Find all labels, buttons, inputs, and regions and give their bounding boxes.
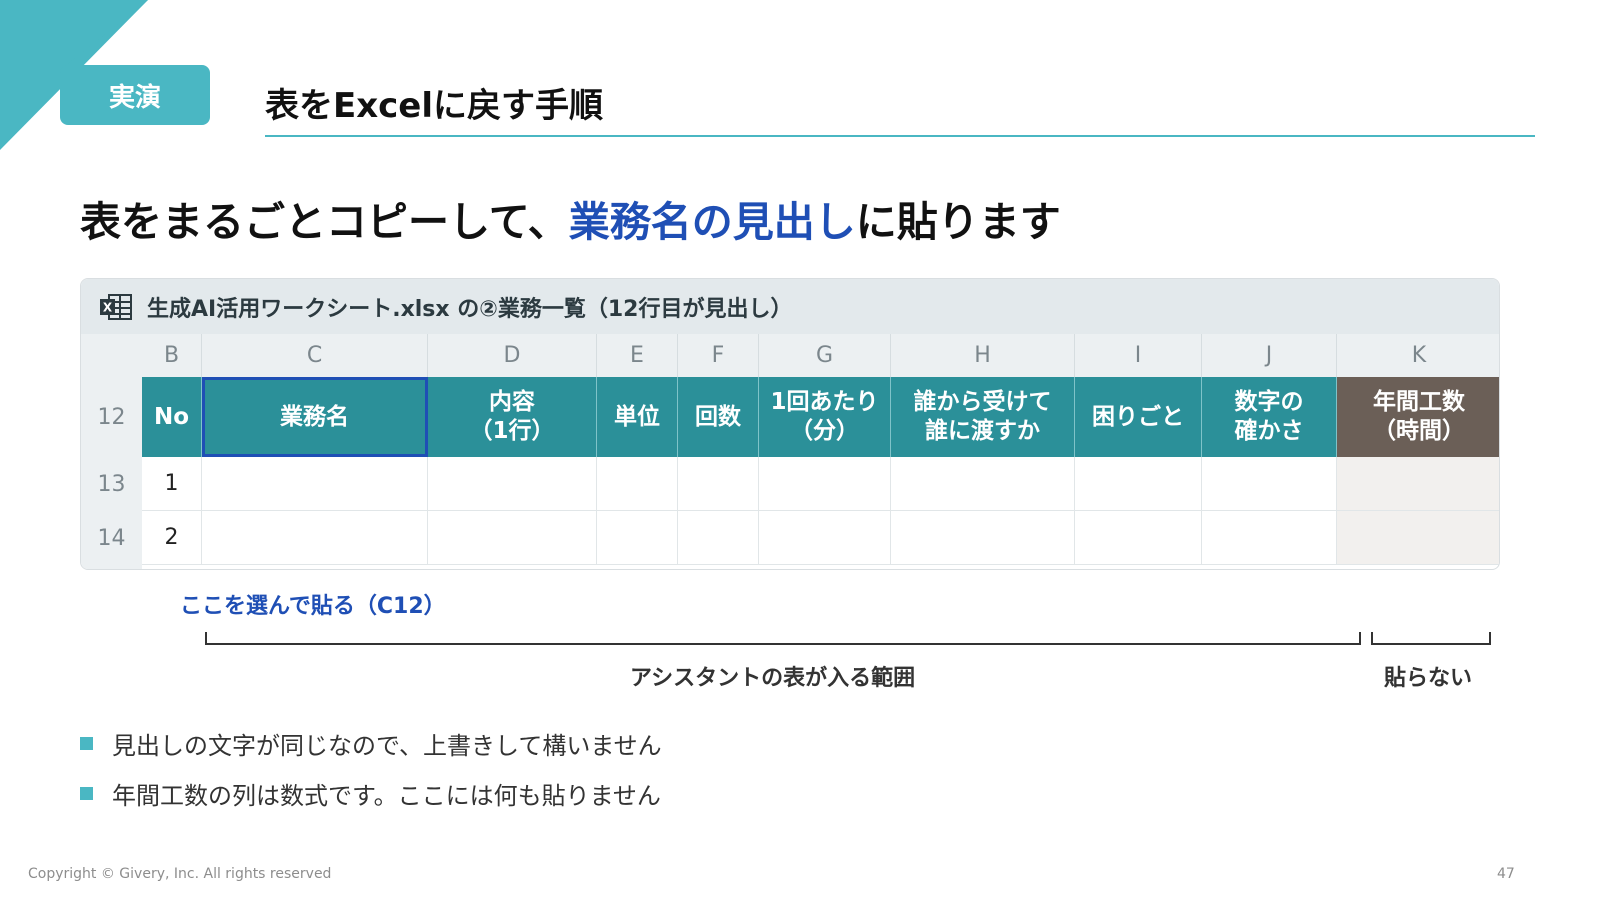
table-cell[interactable] bbox=[678, 511, 759, 565]
row-number-14: 14 bbox=[97, 525, 126, 551]
copyright: Copyright © Givery, Inc. All rights rese… bbox=[28, 866, 332, 882]
header-cell-certainty[interactable]: 数字の 確かさ bbox=[1202, 377, 1337, 457]
page-number: 47 bbox=[1497, 866, 1515, 882]
spreadsheet-preview: X 生成AI活用ワークシート.xlsx の②業務一覧（12行目が見出し） B C… bbox=[80, 278, 1500, 570]
header-cell-task-name-selected[interactable]: 業務名 bbox=[202, 377, 428, 457]
col-letter-c: C bbox=[202, 334, 428, 377]
header-cell-minutes[interactable]: 1回あたり （分） bbox=[759, 377, 891, 457]
col-letter-f: F bbox=[678, 334, 759, 377]
svg-text:X: X bbox=[103, 300, 113, 314]
table-cell[interactable] bbox=[428, 457, 597, 511]
bullet-list: 見出しの文字が同じなので、上書きして構いません 年間工数の列は数式です。ここには… bbox=[80, 718, 662, 818]
table-cell[interactable] bbox=[202, 457, 428, 511]
bullet-text: 見出しの文字が同じなので、上書きして構いません bbox=[112, 731, 662, 760]
table-cell[interactable] bbox=[678, 457, 759, 511]
paste-range-label: アシスタントの表が入る範囲 bbox=[630, 666, 916, 691]
bullet-square-icon bbox=[80, 736, 93, 750]
header-cell-no[interactable]: No bbox=[142, 377, 202, 457]
bullet-square-icon bbox=[80, 786, 93, 800]
excel-icon: X bbox=[100, 293, 132, 320]
table-cell[interactable] bbox=[891, 511, 1075, 565]
paste-range-bracket bbox=[205, 632, 1491, 645]
no-paste-label: 貼らない bbox=[1384, 666, 1473, 691]
headline-part2: に貼ります bbox=[855, 198, 1061, 246]
table-cell[interactable]: 1 bbox=[142, 457, 202, 511]
header-cell-content[interactable]: 内容 （1行） bbox=[428, 377, 597, 457]
col-letter-i: I bbox=[1075, 334, 1202, 377]
header-cell-count[interactable]: 回数 bbox=[678, 377, 759, 457]
table-cell[interactable] bbox=[891, 457, 1075, 511]
section-badge: 実演 bbox=[60, 65, 210, 125]
row-number-13: 13 bbox=[97, 471, 126, 497]
header-cell-annual-hours[interactable]: 年間工数 （時間） bbox=[1337, 377, 1499, 457]
table-cell[interactable] bbox=[1202, 457, 1337, 511]
table-cell[interactable] bbox=[597, 457, 678, 511]
select-cell-caption: ここを選んで貼る（C12） bbox=[180, 594, 446, 619]
headline-highlight: 業務名の見出し bbox=[568, 198, 856, 246]
table-cell[interactable] bbox=[1075, 511, 1202, 565]
list-item: 見出しの文字が同じなので、上書きして構いません bbox=[80, 718, 662, 768]
list-item: 年間工数の列は数式です。ここには何も貼りません bbox=[80, 768, 662, 818]
table-cell[interactable] bbox=[759, 511, 891, 565]
col-letter-d: D bbox=[428, 334, 597, 377]
table-cell[interactable] bbox=[597, 511, 678, 565]
row-number-12: 12 bbox=[97, 404, 126, 430]
col-letter-j: J bbox=[1202, 334, 1337, 377]
table-cell[interactable] bbox=[1202, 511, 1337, 565]
header-cell-unit[interactable]: 単位 bbox=[597, 377, 678, 457]
table-cell[interactable] bbox=[1075, 457, 1202, 511]
col-letter-g: G bbox=[759, 334, 891, 377]
bullet-text: 年間工数の列は数式です。ここには何も貼りません bbox=[112, 781, 661, 810]
sheet-header: X 生成AI活用ワークシート.xlsx の②業務一覧（12行目が見出し） bbox=[81, 279, 1499, 334]
formula-cell[interactable] bbox=[1337, 511, 1499, 565]
table-cell[interactable]: 2 bbox=[142, 511, 202, 565]
col-letter-h: H bbox=[891, 334, 1075, 377]
table-cell[interactable] bbox=[428, 511, 597, 565]
col-letter-k: K bbox=[1411, 343, 1427, 368]
table-cell[interactable] bbox=[202, 511, 428, 565]
title-underline bbox=[265, 135, 1535, 137]
col-letter-e: E bbox=[597, 334, 678, 377]
col-letter-b: B bbox=[142, 334, 202, 377]
header-cell-issues[interactable]: 困りごと bbox=[1075, 377, 1202, 457]
sheet-grid: B C D E F G H I J K 12 13 14 No 業務名 内容 （… bbox=[81, 334, 1499, 569]
sheet-file-label: 生成AI活用ワークシート.xlsx の②業務一覧（12行目が見出し） bbox=[147, 296, 793, 322]
header-cell-handoff[interactable]: 誰から受けて 誰に渡すか bbox=[891, 377, 1075, 457]
headline-part1: 表をまるごとコピーして、 bbox=[80, 198, 569, 246]
table-cell[interactable] bbox=[759, 457, 891, 511]
slide-title: 表をExcelに戻す手順 bbox=[265, 86, 604, 126]
formula-cell[interactable] bbox=[1337, 457, 1499, 511]
headline: 表をまるごとコピーして、業務名の見出しに貼ります bbox=[80, 188, 1061, 248]
